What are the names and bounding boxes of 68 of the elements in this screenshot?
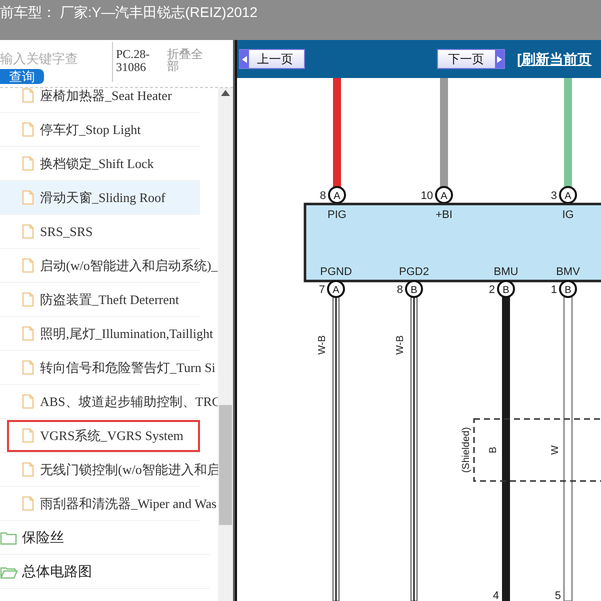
scroll-up-icon[interactable] <box>221 90 230 96</box>
pin-number: 7 <box>318 284 325 296</box>
pin-number: 1 <box>550 284 557 296</box>
shield-label: (Shielded) <box>461 427 472 473</box>
prev-page-button[interactable]: 上一页 <box>239 49 305 69</box>
connector-letter: A <box>334 191 340 202</box>
connector-letter: A <box>440 191 448 202</box>
wire-color-label: W-B <box>395 335 406 355</box>
tree-item[interactable]: 启动(w/o智能进入和启动系统)_ <box>40 256 218 276</box>
wire-color-label: B <box>488 446 499 454</box>
tree-item[interactable]: 防盗装置_Theft Deterrent <box>40 290 179 310</box>
tree-item[interactable]: 雨刮器和清洗器_Wiper and Was <box>40 494 217 514</box>
connector-pin <box>435 186 453 204</box>
document-icon <box>22 462 34 477</box>
pin-label: PGND <box>320 266 352 278</box>
connector-pin <box>559 186 577 204</box>
pin-number: 3 <box>550 190 557 202</box>
wire-color-label: W <box>550 445 561 455</box>
scrollbar-thumb[interactable] <box>219 405 232 525</box>
document-icon <box>22 360 34 375</box>
document-icon <box>22 156 34 171</box>
connector-pin <box>405 280 423 298</box>
window-title: 前车型： 厂家:Y—汽丰田锐志(REIZ)2012 <box>0 3 258 22</box>
document-icon <box>22 88 34 103</box>
connector-pin <box>327 280 345 298</box>
document-icon <box>22 496 34 511</box>
pin-label: PIG <box>328 209 346 221</box>
tree-item[interactable]: 换档锁定_Shift Lock <box>40 154 154 174</box>
connector-letter: A <box>332 285 340 296</box>
document-icon <box>22 326 34 341</box>
refresh-link[interactable]: [刷新当前页 <box>517 48 592 70</box>
code-label: PC.28-31086 <box>116 48 151 74</box>
scrollbar[interactable] <box>218 88 233 601</box>
document-icon <box>22 428 34 443</box>
pin-number: 2 <box>488 284 495 296</box>
document-icon <box>22 292 34 307</box>
tree-item[interactable]: 座椅加热器_Seat Heater <box>40 88 172 106</box>
connector-pin <box>559 280 577 298</box>
pin-label: IG <box>562 209 574 221</box>
pin-label: +BI <box>436 209 452 221</box>
wire-color-label: W-B <box>317 335 328 355</box>
document-icon <box>22 258 34 273</box>
pin-label: PGD2 <box>399 266 429 278</box>
tree-item[interactable]: 总体电路图 <box>22 561 92 582</box>
search-button[interactable]: 查询 <box>0 68 44 84</box>
tree-item[interactable]: 保险丝 <box>22 527 64 548</box>
connector-letter: B <box>502 285 510 296</box>
connector-pin <box>328 186 346 204</box>
document-icon <box>22 394 34 409</box>
document-icon <box>22 190 34 205</box>
pin-number: 5 <box>554 590 561 601</box>
connector-letter: B <box>564 285 572 296</box>
document-icon <box>22 224 34 239</box>
tree-item[interactable]: 转向信号和危险警告灯_Turn Si <box>40 358 216 378</box>
pin-label: BMV <box>556 266 580 278</box>
tree-item[interactable]: 照明,尾灯_Illumination,Taillight <box>40 324 214 344</box>
connector-letter: A <box>564 191 572 202</box>
tree-item[interactable]: 停车灯_Stop Light <box>40 120 141 140</box>
connector-pin <box>497 280 515 298</box>
document-icon <box>22 122 34 137</box>
next-page-button[interactable]: 下一页 <box>437 49 505 69</box>
connector-letter: B <box>410 285 418 296</box>
pin-number: 8 <box>396 284 403 296</box>
pin-label: BMU <box>494 266 518 278</box>
tree-item[interactable]: SRS_SRS <box>40 222 93 242</box>
pin-number: 10 <box>420 190 433 202</box>
pin-number: 8 <box>320 190 326 202</box>
pin-number: 4 <box>492 590 499 601</box>
